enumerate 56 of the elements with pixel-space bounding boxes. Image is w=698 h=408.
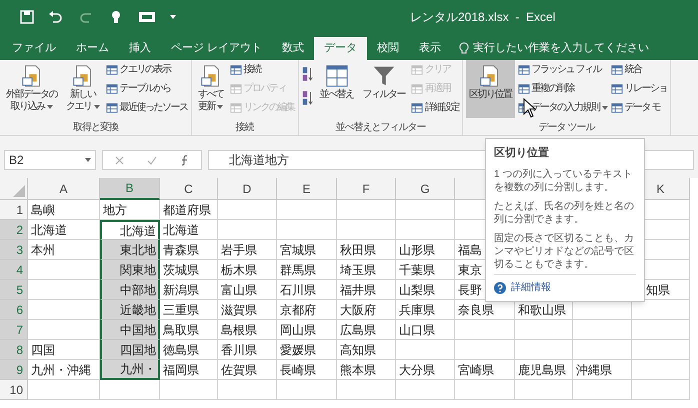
tooltip-text: 1 つの列に入っているテキストを複数の列に分割します。 (494, 168, 634, 194)
table-cell: 都道府県 (160, 200, 218, 220)
table-cell: 愛媛県 (277, 340, 337, 360)
table-cell: 香川県 (218, 340, 277, 360)
table-cell: 埼玉県 (337, 260, 396, 280)
table-cell: 広島県 (337, 320, 396, 340)
table-cell: 佐賀県 (218, 360, 277, 380)
table-cell: 東北地 (100, 240, 160, 260)
group-label: データ ツール (538, 121, 594, 135)
table-cell: 山形県 (396, 240, 455, 260)
group-label: 並べ替えとフィルター (335, 120, 426, 135)
table-cell: 石川県 (277, 280, 337, 300)
table-cell: 島根県 (218, 320, 277, 340)
table-cell: 四国地 (100, 340, 160, 360)
table-cell: 熊本県 (337, 360, 396, 380)
table-cell: 九州・ (100, 360, 160, 380)
window-title: レンタル2018.xlsx - Excel (410, 8, 556, 26)
table-cell: 北海道 (160, 220, 218, 240)
table-cell: 中部地 (100, 280, 160, 300)
table-cell: 地方 (100, 200, 160, 220)
table-cell: 大分県 (396, 360, 455, 380)
table-cell: 島嶼 (28, 200, 100, 220)
table-cell: 山口県 (396, 320, 455, 340)
table-cell: 高知県 (337, 340, 396, 360)
table-cell: 新潟県 (160, 280, 218, 300)
table-cell: 三重県 (160, 300, 218, 320)
table-cell: 近畿地 (100, 300, 160, 320)
table-cell: 宮城県 (277, 240, 337, 260)
table-cell: 兵庫県 (396, 300, 455, 320)
table-cell: 沖縄県 (573, 360, 632, 380)
table-cell: 栃木県 (218, 260, 277, 280)
table-cell: 長崎県 (277, 360, 337, 380)
table-cell: 宮崎県 (455, 360, 515, 380)
table-cell: 群馬県 (277, 260, 337, 280)
table-cell: 岡山県 (277, 320, 337, 340)
table-cell: 茨城県 (160, 260, 218, 280)
table-cell: 岩手県 (218, 240, 277, 260)
table-cell: 京都府 (277, 300, 337, 320)
table-cell: 鳥取県 (160, 320, 218, 340)
table-cell: 青森県 (160, 240, 218, 260)
table-cell: 富山県 (218, 280, 277, 300)
table-cell: 滋賀県 (218, 300, 277, 320)
table-cell: 大阪府 (337, 300, 396, 320)
table-cell: 福岡県 (160, 360, 218, 380)
table-cell: 福井県 (337, 280, 396, 300)
group-label: 接続 (236, 120, 254, 135)
table-cell: 鹿児島県 (515, 360, 573, 380)
table-cell: 山梨県 (396, 280, 455, 300)
group-label: 取得と変換 (72, 120, 118, 135)
table-cell: 秋田県 (337, 240, 396, 260)
table-cell: 北海道 (28, 220, 100, 240)
table-cell: 千葉県 (396, 260, 455, 280)
table-cell: 中国地 (100, 320, 160, 340)
table-cell: 徳島県 (160, 340, 218, 360)
table-cell: 関東地 (100, 260, 160, 280)
tooltip-text: たとえば、氏名の列を姓と名の列に分割できます。 (494, 200, 635, 226)
